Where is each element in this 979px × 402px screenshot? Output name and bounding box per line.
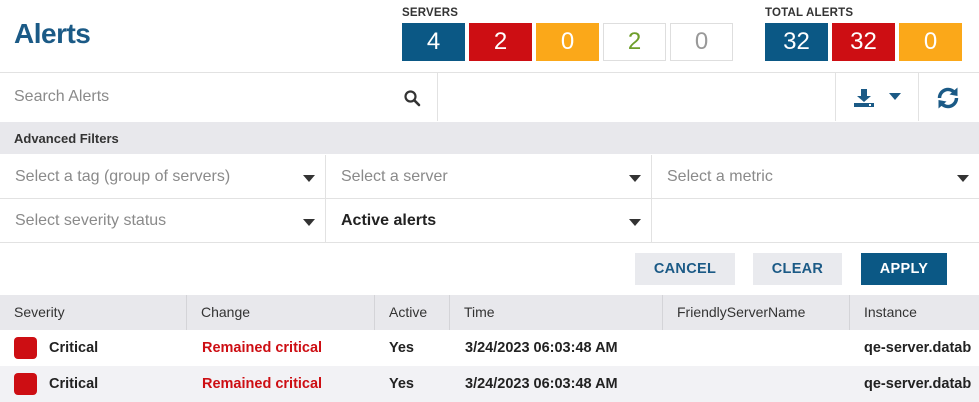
column-header-instance[interactable]: Instance [850, 295, 917, 330]
servers-label: SERVERS [402, 7, 459, 19]
total-alerts-label: TOTAL ALERTS [765, 7, 854, 19]
severity-cell: Critical [49, 340, 99, 356]
apply-button[interactable]: APPLY [861, 253, 947, 285]
alerts-warning-tile[interactable]: 0 [899, 23, 962, 61]
caret-down-icon [629, 175, 641, 182]
tag-select-placeholder: Select a tag (group of servers) [15, 168, 231, 185]
servers-warning-tile[interactable]: 0 [536, 23, 599, 61]
tag-select[interactable]: Select a tag (group of servers) [0, 155, 325, 199]
search-input[interactable] [0, 73, 400, 121]
active-cell: Yes [389, 376, 414, 392]
table-header: Severity Change Active Time FriendlyServ… [0, 295, 979, 330]
active-cell: Yes [389, 340, 414, 356]
metric-select[interactable]: Select a metric [652, 155, 979, 199]
critical-severity-icon [14, 373, 37, 395]
servers-total-tile[interactable]: 4 [402, 23, 465, 61]
refresh-icon [937, 87, 959, 109]
download-icon [854, 89, 874, 107]
alerts-critical-tile[interactable]: 32 [832, 23, 895, 61]
severity-cell: Critical [49, 376, 99, 392]
server-select-placeholder: Select a server [341, 168, 448, 185]
severity-select-placeholder: Select severity status [15, 212, 167, 229]
chevron-down-icon [889, 93, 901, 100]
advanced-filters-label: Advanced Filters [14, 131, 119, 146]
clear-button[interactable]: CLEAR [753, 253, 842, 285]
severity-select[interactable]: Select severity status [0, 199, 325, 243]
page-title: Alerts [14, 18, 91, 49]
critical-severity-icon [14, 337, 37, 359]
instance-cell: qe-server.datab [864, 340, 972, 356]
advanced-filters-header: Advanced Filters [0, 122, 979, 154]
change-cell: Remained critical [202, 376, 323, 392]
export-button[interactable] [836, 73, 918, 121]
table-row[interactable]: Critical Remained critical Yes 3/24/2023… [0, 366, 979, 402]
servers-ok-tile[interactable]: 2 [603, 23, 666, 61]
time-cell: 3/24/2023 06:03:48 AM [465, 376, 618, 392]
table-row[interactable]: Critical Remained critical Yes 3/24/2023… [0, 330, 979, 366]
metric-select-placeholder: Select a metric [667, 168, 773, 185]
column-header-severity[interactable]: Severity [0, 295, 65, 330]
refresh-button[interactable] [919, 73, 979, 121]
search-bar [0, 73, 437, 121]
column-header-change[interactable]: Change [187, 295, 250, 330]
alert-status-value: Active alerts [341, 212, 437, 229]
caret-down-icon [303, 219, 315, 226]
caret-down-icon [629, 219, 641, 226]
server-select[interactable]: Select a server [326, 155, 651, 199]
column-header-time[interactable]: Time [450, 295, 495, 330]
caret-down-icon [303, 175, 315, 182]
search-icon[interactable] [403, 89, 421, 107]
caret-down-icon [957, 175, 969, 182]
column-header-active[interactable]: Active [375, 295, 427, 330]
divider [437, 73, 438, 121]
column-header-friendly-server-name[interactable]: FriendlyServerName [663, 295, 805, 330]
change-cell: Remained critical [202, 340, 323, 356]
alert-status-select[interactable]: Active alerts [326, 199, 651, 243]
servers-unknown-tile[interactable]: 0 [670, 23, 733, 61]
servers-critical-tile[interactable]: 2 [469, 23, 532, 61]
time-cell: 3/24/2023 06:03:48 AM [465, 340, 618, 356]
alerts-total-tile[interactable]: 32 [765, 23, 828, 61]
divider [0, 242, 979, 243]
instance-cell: qe-server.datab [864, 376, 972, 392]
cancel-button[interactable]: CANCEL [635, 253, 735, 285]
